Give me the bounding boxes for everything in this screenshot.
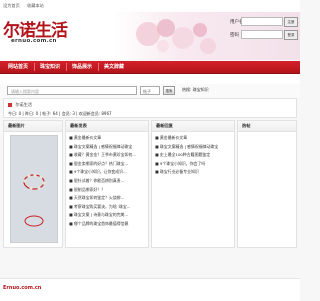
- list-item[interactable]: ■ 9个珠宝小知识，你会了吗: [155, 160, 232, 169]
- nav-item-home[interactable]: 网站首页: [4, 61, 32, 73]
- site-header: 尔诺生活 ernuo.com.cn 用户名 注册 密码 登录: [0, 12, 300, 60]
- list-item[interactable]: ■ 黄金最新价文章: [69, 134, 146, 143]
- list-item[interactable]: ■ 黄金最新价文章: [155, 134, 232, 143]
- latest-posts-panel: 最新发表 ■ 黄金最新价文章 ■ 珠宝文案精选 | 感情祝福律动珠宝 ■ 收藏？…: [65, 120, 149, 248]
- main-nav: 网站首页 珠宝知识 饰品展示 美文辞藏: [0, 61, 300, 74]
- list-item[interactable]: ■ 收藏？黄金金？王爷市黄珍宝如何...: [69, 151, 146, 160]
- latest-posts-list: ■ 黄金最新价文章 ■ 珠宝文案精选 | 感情祝福律动珠宝 ■ 收藏？黄金金？王…: [69, 134, 146, 229]
- top-links: 设为首页 收藏本站: [3, 3, 50, 9]
- bracelet-photo[interactable]: [10, 135, 58, 243]
- latest-replies-panel: 最新回复 ■ 黄金最新价文章 ■ 珠宝文案精选 | 感情祝福律动珠宝 ■ 史上最…: [151, 120, 235, 248]
- forum-info-bar: 尔诺生活 今日: 0 | 昨日: 0 | 帖子: 64 | 会员: 3 | 欢迎…: [3, 98, 297, 118]
- list-item[interactable]: ■ 银金卖哪家的好点？热门珠宝...: [69, 160, 146, 169]
- nav-item-jewelry-knowledge[interactable]: 珠宝知识: [36, 61, 64, 73]
- latest-posts-heading: 最新发表: [66, 121, 148, 132]
- list-item[interactable]: ■ 史上最全100种古籍图题鉴定: [155, 151, 232, 160]
- list-item[interactable]: ■ 银制品哪家好？？: [69, 186, 146, 195]
- username-input[interactable]: [241, 17, 283, 26]
- password-input[interactable]: [241, 30, 283, 39]
- search-input[interactable]: 请输入搜索内容: [7, 86, 137, 95]
- site-footer: Ernuo.com.cn: [0, 278, 300, 301]
- forum-stats: 今日: 0 | 昨日: 0 | 帖子: 64 | 会员: 3 | 欢迎新会员: …: [8, 111, 112, 116]
- search-button[interactable]: 搜索: [163, 86, 175, 95]
- search-bar: 请输入搜索内容 帖子 搜索 热搜: 珠宝知识: [0, 84, 300, 98]
- set-homepage-link[interactable]: 设为首页: [3, 3, 20, 8]
- register-button[interactable]: 注册: [284, 17, 298, 27]
- nav-item-articles[interactable]: 美文辞藏: [100, 61, 128, 73]
- breadcrumb-current[interactable]: 尔诺生活: [15, 102, 32, 107]
- search-scope-select[interactable]: 帖子: [140, 86, 160, 95]
- footer-brand[interactable]: Ernuo.com.cn: [3, 285, 41, 291]
- bookmark-link[interactable]: 收藏本站: [27, 3, 44, 8]
- list-item[interactable]: ■ 珠宝行业必备专业知识: [155, 168, 232, 177]
- list-item[interactable]: ■ 银针试着？你能否辨别真贵...: [69, 177, 146, 186]
- hot-posts-heading: 热帖: [238, 121, 296, 132]
- list-item[interactable]: ■ 珠宝文案 | 诗意与珠宝的完美...: [69, 211, 146, 220]
- list-item[interactable]: ■ 考察珠宝购买要诀，为啥 '珠宝...: [69, 203, 146, 212]
- list-item[interactable]: ■ 9个珠宝小知识，让你变成识...: [69, 168, 146, 177]
- site-logo[interactable]: 尔诺生活 ernuo.com.cn: [3, 14, 68, 54]
- latest-pictures-heading: 最新图片: [4, 121, 62, 132]
- flower-decoration: [136, 19, 216, 54]
- list-item[interactable]: ■ 天然珠宝如何鉴定？火烧辨...: [69, 194, 146, 203]
- latest-pictures-panel: 最新图片: [3, 120, 63, 248]
- bracelet-image: [11, 136, 57, 242]
- latest-replies-heading: 最新回复: [152, 121, 234, 132]
- login-button[interactable]: 登录: [284, 30, 298, 40]
- logo-domain: ernuo.com.cn: [11, 38, 57, 44]
- breadcrumb: 尔诺生活: [8, 102, 32, 108]
- list-item[interactable]: ■ 珠宝文案精选 | 感情祝福律动珠宝: [69, 143, 146, 152]
- hot-searches[interactable]: 热搜: 珠宝知识: [182, 87, 209, 93]
- list-item[interactable]: ■ 哪个品牌的珠宝首饰最值得信赖: [69, 220, 146, 229]
- nav-item-accessories[interactable]: 饰品展示: [68, 61, 96, 73]
- login-form: 用户名 注册 密码 登录: [230, 17, 300, 43]
- latest-replies-list: ■ 黄金最新价文章 ■ 珠宝文案精选 | 感情祝福律动珠宝 ■ 史上最全100种…: [155, 134, 232, 177]
- password-label: 密码: [230, 33, 239, 38]
- list-item[interactable]: ■ 珠宝文案精选 | 感情祝福律动珠宝: [155, 143, 232, 152]
- home-icon[interactable]: [8, 103, 12, 107]
- hot-posts-panel: 热帖: [237, 120, 297, 248]
